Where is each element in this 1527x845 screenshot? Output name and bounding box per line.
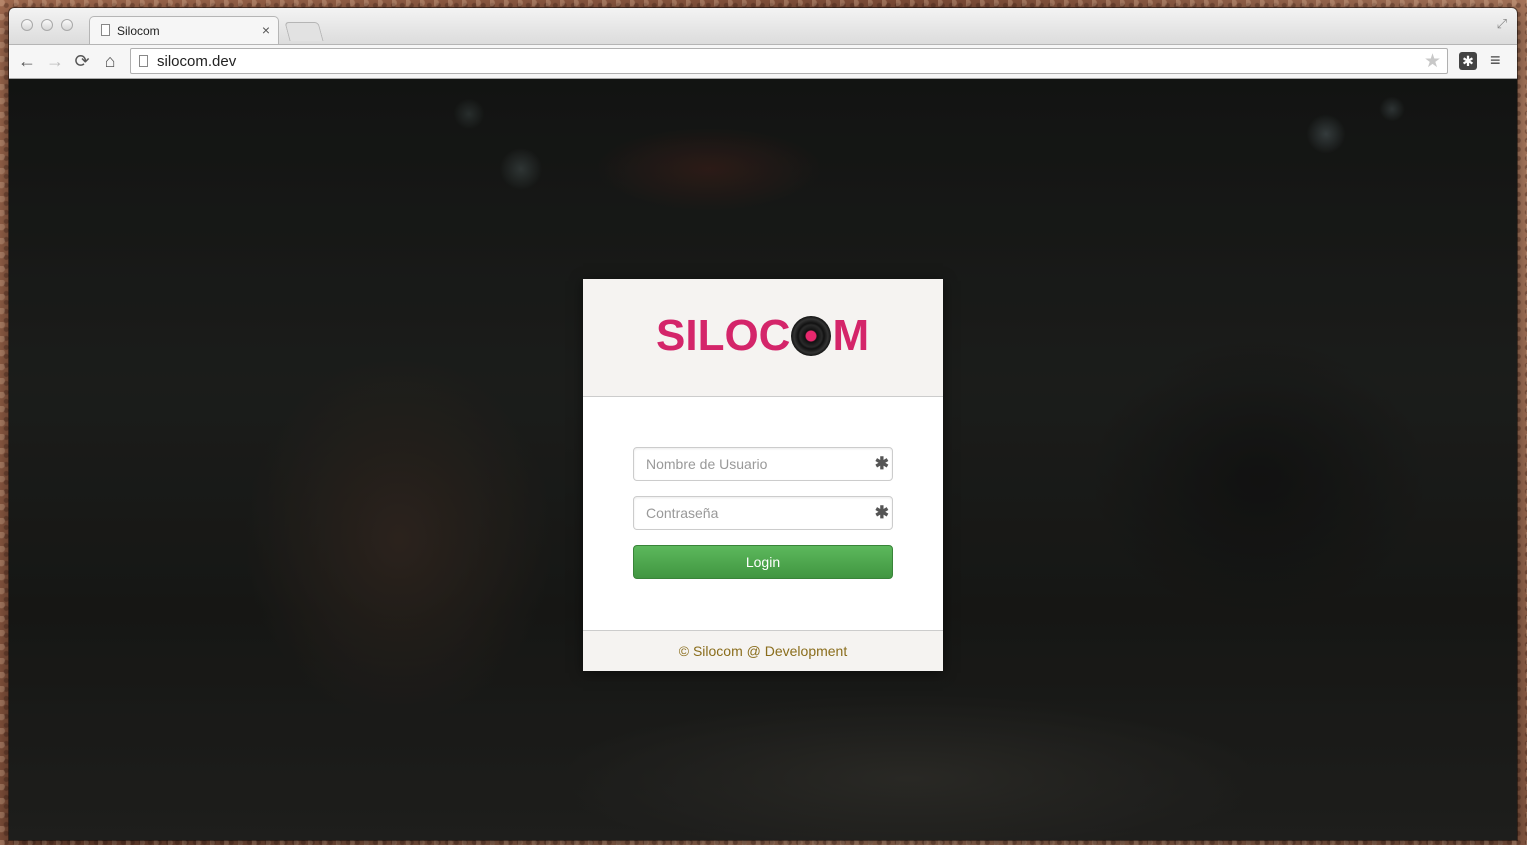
username-field[interactable]: ✱: [633, 447, 893, 481]
browser-tab[interactable]: Silocom ×: [89, 16, 279, 44]
vinyl-record-icon: [791, 316, 832, 356]
card-footer: © Silocom @ Development: [583, 630, 943, 671]
close-window-button[interactable]: [21, 19, 33, 31]
logo-text-right: M: [832, 311, 870, 360]
username-input[interactable]: [634, 448, 872, 480]
new-tab-button[interactable]: [284, 22, 324, 41]
page-background: SILOC M ✱ ✱ Login © Silocom @ Developmen…: [9, 79, 1517, 840]
forward-icon[interactable]: →: [45, 51, 65, 71]
minimize-window-button[interactable]: [41, 19, 53, 31]
browser-toolbar: ← → ⟳ ⌂ silocom.dev ★ ✱ ≡: [9, 44, 1517, 79]
zoom-window-button[interactable]: [61, 19, 73, 31]
required-asterisk-icon: ✱: [874, 503, 889, 522]
password-field[interactable]: ✱: [633, 496, 893, 530]
tab-title: Silocom: [117, 24, 160, 38]
home-icon[interactable]: ⌂: [100, 51, 120, 71]
card-header: SILOC M: [583, 279, 943, 397]
page-icon: [101, 24, 110, 36]
browser-window: Silocom × ⤢ ← → ⟳ ⌂ silocom.dev ★ ✱ ≡ SI…: [9, 8, 1517, 840]
menu-icon[interactable]: ≡: [1490, 50, 1501, 71]
fullscreen-icon[interactable]: ⤢: [1497, 16, 1507, 32]
address-bar[interactable]: silocom.dev ★: [130, 48, 1448, 74]
back-icon[interactable]: ←: [17, 51, 37, 71]
login-button[interactable]: Login: [633, 545, 893, 579]
tab-close-icon[interactable]: ×: [262, 22, 270, 38]
page-icon: [139, 55, 148, 67]
login-form: ✱ ✱ Login: [583, 397, 943, 630]
extension-icon[interactable]: ✱: [1459, 52, 1477, 70]
required-asterisk-icon: ✱: [874, 454, 889, 473]
silocom-logo: SILOC M: [656, 313, 869, 359]
bookmark-star-icon[interactable]: ★: [1424, 50, 1441, 73]
reload-icon[interactable]: ⟳: [72, 51, 92, 71]
logo-text-left: SILOC: [656, 311, 791, 360]
title-bar: Silocom × ⤢: [9, 8, 1517, 44]
url-text[interactable]: silocom.dev: [157, 53, 236, 70]
login-card: SILOC M ✱ ✱ Login © Silocom @ Developmen…: [583, 279, 943, 671]
password-input[interactable]: [634, 497, 872, 529]
